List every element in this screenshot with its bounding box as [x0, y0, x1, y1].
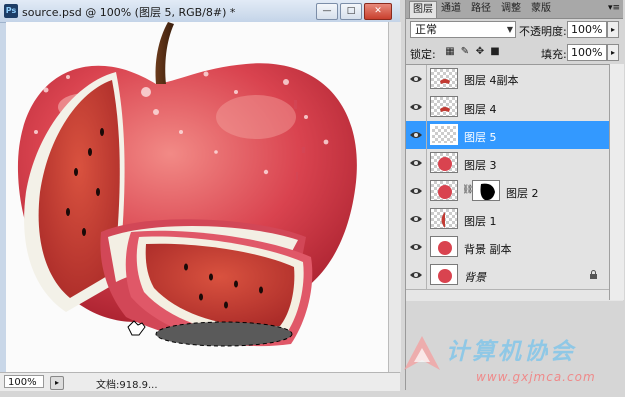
- layer-thumbnail: [430, 124, 458, 145]
- watermark-logo: [404, 336, 440, 370]
- layer-name: 图层 1: [464, 215, 497, 228]
- fill-label: 填充:: [541, 48, 567, 61]
- layer-row[interactable]: 背景 副本: [406, 233, 609, 262]
- layer-thumbnail: [430, 68, 458, 89]
- layer-row[interactable]: 图层 3: [406, 149, 609, 178]
- layer-mask-thumbnail[interactable]: [472, 180, 500, 201]
- chevron-down-icon: ▼: [506, 25, 513, 34]
- eye-icon: [410, 244, 422, 250]
- panel-menu-icon[interactable]: ▾≡: [608, 3, 620, 14]
- lock-all-icon[interactable]: ■: [489, 45, 501, 58]
- layer-name: 图层 5: [464, 131, 497, 144]
- tab-adjustments[interactable]: 调整: [498, 1, 524, 17]
- layer-thumbnail: [430, 208, 458, 229]
- document-status-bar: 100% ▸ 文档:918.9...: [0, 372, 400, 391]
- visibility-toggle[interactable]: [406, 149, 427, 177]
- layer-name: 图层 4: [464, 103, 497, 116]
- visibility-toggle[interactable]: [406, 205, 427, 233]
- layer-thumbnail: [430, 236, 458, 257]
- opacity-label: 不透明度:: [519, 25, 567, 38]
- zoom-level-field[interactable]: 100%: [4, 375, 44, 388]
- layer-name: 背景: [464, 271, 486, 284]
- layer-name: 图层 4副本: [464, 74, 519, 87]
- layer-thumbnail: [430, 152, 458, 173]
- layer-thumbnail: [430, 264, 458, 285]
- eye-icon: [410, 76, 422, 82]
- maximize-button[interactable]: □: [340, 3, 362, 20]
- lock-icon: [590, 270, 597, 279]
- visibility-toggle[interactable]: [406, 177, 427, 205]
- opacity-field[interactable]: 100%: [567, 21, 607, 38]
- lock-transparent-icon[interactable]: ▦: [444, 45, 456, 58]
- status-menu-icon[interactable]: ▸: [50, 376, 64, 390]
- visibility-toggle[interactable]: [406, 65, 427, 93]
- watermark: 计算机协会 www.gxjmca.com: [398, 326, 625, 394]
- blend-mode-value: 正常: [415, 23, 437, 36]
- eye-icon: [410, 132, 422, 138]
- lock-move-icon[interactable]: ✥: [474, 45, 486, 58]
- layer-list-scrollbar[interactable]: [609, 64, 624, 300]
- image-canvas[interactable]: [6, 22, 388, 372]
- document-titlebar[interactable]: Ps source.psd @ 100% (图层 5, RGB/8#) * — …: [0, 0, 400, 23]
- tab-masks[interactable]: 蒙版: [528, 1, 554, 17]
- layer-row[interactable]: 背景: [406, 261, 609, 290]
- tab-channels[interactable]: 通道: [438, 1, 464, 17]
- layer-name: 图层 3: [464, 159, 497, 172]
- layer-row-selected[interactable]: 图层 5: [406, 121, 609, 150]
- tab-paths[interactable]: 路径: [468, 1, 494, 17]
- eye-icon: [410, 160, 422, 166]
- fill-field[interactable]: 100%: [567, 44, 607, 61]
- photoshop-icon: Ps: [4, 4, 18, 18]
- blend-mode-select[interactable]: 正常 ▼: [410, 21, 516, 38]
- layer-thumbnail: [430, 96, 458, 117]
- eye-icon: [410, 188, 422, 194]
- eye-icon: [410, 272, 422, 278]
- layer-name: 图层 2: [506, 187, 539, 200]
- eye-icon: [410, 216, 422, 222]
- layer-thumbnail: [430, 180, 458, 201]
- visibility-toggle[interactable]: [406, 93, 427, 121]
- document-window: Ps source.psd @ 100% (图层 5, RGB/8#) * — …: [0, 0, 401, 391]
- panel-tab-bar: 图层 通道 路径 调整 蒙版 ▾≡: [406, 0, 623, 19]
- tab-layers[interactable]: 图层: [409, 1, 437, 18]
- fill-slider-button[interactable]: ▸: [607, 44, 619, 61]
- eye-icon: [410, 104, 422, 110]
- close-button[interactable]: ✕: [364, 3, 392, 20]
- lock-paint-icon[interactable]: ✎: [459, 45, 471, 58]
- opacity-slider-button[interactable]: ▸: [607, 21, 619, 38]
- watermark-text: 计算机协会: [446, 339, 576, 365]
- visibility-toggle[interactable]: [406, 233, 427, 261]
- lock-label: 锁定:: [410, 48, 436, 61]
- layer-name: 背景 副本: [464, 243, 512, 256]
- apple-watermelon-image: [17, 22, 357, 347]
- document-info: 文档:918.9...: [96, 380, 158, 391]
- watermark-url: www.gxjmca.com: [476, 370, 596, 384]
- layer-row[interactable]: 图层 4: [406, 93, 609, 122]
- vertical-scrollbar[interactable]: [388, 22, 401, 372]
- layer-list: 图层 4副本 图层 4 图层 5 图层 3 ⛓ 图层 2 图层 1 背景 副本 …: [406, 64, 623, 301]
- document-title: source.psd @ 100% (图层 5, RGB/8#) *: [22, 6, 236, 19]
- layer-row[interactable]: 图层 1: [406, 205, 609, 234]
- layer-row[interactable]: ⛓ 图层 2: [406, 177, 609, 206]
- visibility-toggle[interactable]: [406, 261, 427, 289]
- minimize-button[interactable]: —: [316, 3, 338, 20]
- layer-row[interactable]: 图层 4副本: [406, 65, 609, 94]
- visibility-toggle[interactable]: [406, 121, 427, 149]
